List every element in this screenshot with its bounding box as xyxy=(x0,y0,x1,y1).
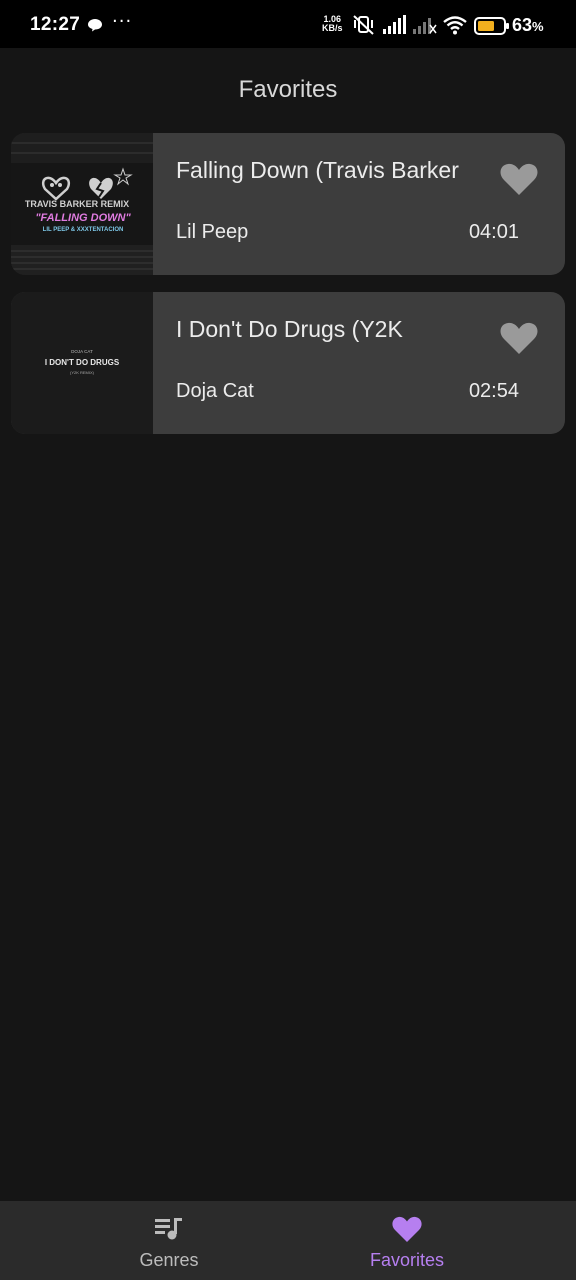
bottom-navigation: Genres Favorites xyxy=(0,1201,576,1280)
song-title: I Don't Do Drugs (Y2K xyxy=(176,316,403,342)
favorite-song-card[interactable]: TRAVIS BARKER REMIX "FALLING DOWN" LIL P… xyxy=(11,133,565,275)
battery-icon xyxy=(474,17,509,35)
heart-icon xyxy=(392,1216,422,1242)
favorite-heart-icon[interactable] xyxy=(497,316,541,360)
song-title: Falling Down (Travis Barker xyxy=(176,157,459,183)
cover-text: "FALLING DOWN" xyxy=(35,212,131,224)
cover-text: (Y2K REMIX) xyxy=(70,370,95,375)
song-artist: Lil Peep xyxy=(176,221,249,243)
album-cover: DOJA CAT I DON'T DO DRUGS (Y2K REMIX) xyxy=(11,292,153,434)
nav-favorites[interactable]: Favorites xyxy=(263,1201,551,1280)
signal-strength-icon xyxy=(383,15,406,34)
battery-percent: 63% xyxy=(512,15,544,35)
cover-text: LIL PEEP & XXXTENTACION xyxy=(43,227,124,233)
playlist-music-icon xyxy=(155,1218,182,1240)
favorite-heart-icon[interactable] xyxy=(497,157,541,201)
more-notifications-icon: ··· xyxy=(112,11,133,32)
song-artist: Doja Cat xyxy=(176,380,254,402)
nav-favorites-label: Favorites xyxy=(369,1250,445,1270)
cover-text: TRAVIS BARKER REMIX xyxy=(25,199,129,209)
status-time: 12:27 xyxy=(30,14,81,35)
album-cover: TRAVIS BARKER REMIX "FALLING DOWN" LIL P… xyxy=(11,133,153,275)
song-duration: 04:01 xyxy=(468,221,519,243)
wifi-icon xyxy=(443,16,467,35)
vibrate-off-icon xyxy=(353,15,374,35)
status-bar: 12:27 ··· 1.06 KB/s 63% xyxy=(0,0,576,48)
page-title: Favorites xyxy=(238,76,338,103)
signal-strength-2-icon xyxy=(413,18,437,34)
cover-text: DOJA CAT xyxy=(71,349,93,354)
cover-text: I DON'T DO DRUGS xyxy=(45,358,120,367)
favorite-song-card[interactable]: DOJA CAT I DON'T DO DRUGS (Y2K REMIX) I … xyxy=(11,292,565,434)
song-duration: 02:54 xyxy=(468,380,519,402)
message-icon xyxy=(88,19,102,32)
network-speed: 1.06 KB/s xyxy=(322,14,343,33)
